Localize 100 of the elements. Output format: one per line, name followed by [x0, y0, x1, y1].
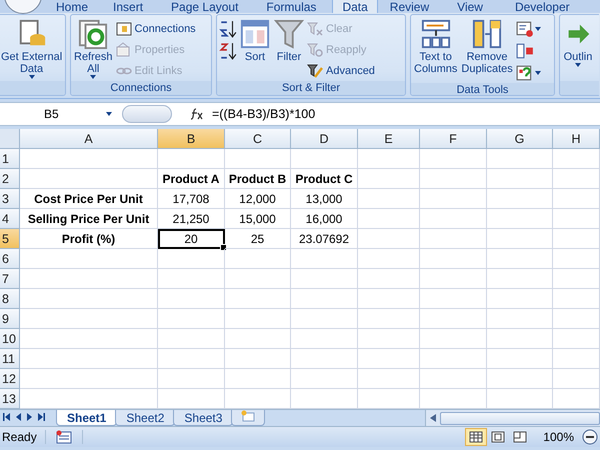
- row-header[interactable]: 1: [0, 149, 20, 169]
- row-header[interactable]: 8: [0, 289, 20, 309]
- empty-cell: [487, 289, 553, 309]
- sheet-tab[interactable]: Sheet1: [56, 410, 118, 426]
- table-cell: 21,250: [158, 209, 225, 229]
- row-header[interactable]: 11: [0, 349, 20, 369]
- previous-icon: [16, 413, 21, 421]
- column-header[interactable]: D: [291, 129, 358, 149]
- empty-cell: [158, 349, 225, 369]
- empty-cell: [553, 249, 600, 269]
- empty-cell: [158, 369, 225, 389]
- ribbon-button[interactable]: Text to Columns: [413, 17, 458, 75]
- row-header[interactable]: 6: [0, 249, 20, 269]
- empty-cell: [225, 369, 291, 389]
- empty-cell: [358, 349, 420, 369]
- column-header[interactable]: G: [487, 129, 553, 149]
- table-cell: 25: [225, 229, 291, 249]
- ribbon-tab[interactable]: Review: [380, 0, 440, 13]
- ribbon-tab[interactable]: Page Layout: [161, 0, 248, 13]
- empty-cell: [358, 149, 420, 169]
- ribbon-tab[interactable]: Insert: [103, 0, 154, 13]
- formula-bar-handle[interactable]: [122, 105, 172, 123]
- empty-cell: [291, 369, 358, 389]
- row-header[interactable]: 9: [0, 309, 20, 329]
- advanced-filter-icon: [307, 62, 323, 78]
- ribbon-button[interactable]: Outlin: [562, 17, 594, 67]
- ribbon-button[interactable]: Get External Data: [0, 17, 64, 79]
- empty-cell: [358, 269, 420, 289]
- scroll-left-icon[interactable]: [430, 414, 436, 422]
- column-header[interactable]: E: [358, 129, 420, 149]
- row-header[interactable]: 5: [0, 229, 20, 249]
- empty-cell: [291, 249, 358, 269]
- ribbon-button[interactable]: Remove Duplicates: [460, 17, 514, 75]
- empty-cell: [553, 149, 600, 169]
- ribbon-tab[interactable]: Home: [46, 0, 98, 13]
- empty-cell: [358, 229, 420, 249]
- page-break-icon: [513, 431, 528, 443]
- row-header[interactable]: 3: [0, 189, 20, 209]
- empty-cell: [291, 349, 358, 369]
- table-cell: 16,000: [291, 209, 358, 229]
- sort-descending-icon: [219, 42, 237, 60]
- empty-cell: [358, 169, 420, 189]
- ribbon-icon-button[interactable]: [516, 63, 541, 83]
- ribbon-button[interactable]: Refresh All: [73, 17, 114, 79]
- column-header[interactable]: C: [225, 129, 291, 149]
- empty-cell: [487, 229, 553, 249]
- ribbon-button[interactable]: Sort: [239, 17, 271, 63]
- ribbon-icon-button[interactable]: [219, 19, 237, 39]
- empty-cell: [553, 309, 600, 329]
- row-header[interactable]: 7: [0, 269, 20, 289]
- ribbon-button[interactable]: Advanced: [307, 61, 375, 80]
- filter-icon: [274, 19, 304, 49]
- empty-cell: [420, 229, 487, 249]
- row-header[interactable]: 2: [0, 169, 20, 189]
- column-header[interactable]: B: [158, 129, 225, 149]
- column-header[interactable]: A: [20, 129, 158, 149]
- zoom-out-icon[interactable]: [582, 429, 598, 445]
- ribbon-button[interactable]: Filter: [273, 17, 305, 63]
- sheet-tab[interactable]: Sheet3: [173, 410, 234, 426]
- empty-cell: [420, 149, 487, 169]
- ribbon-tab[interactable]: View: [447, 0, 493, 13]
- zoom-level[interactable]: 100%: [543, 430, 574, 444]
- ribbon-tab[interactable]: Data: [332, 0, 378, 13]
- column-header[interactable]: H: [553, 129, 600, 149]
- name-box[interactable]: B5: [0, 104, 118, 124]
- formula-text[interactable]: =((B4-B3)/B3)*100: [212, 107, 316, 121]
- function-icon[interactable]: [190, 108, 204, 120]
- table-cell: 23.07692: [291, 229, 358, 249]
- row-header[interactable]: 10: [0, 329, 20, 349]
- row-header[interactable]: 12: [0, 369, 20, 389]
- ribbon-icon-button[interactable]: [219, 41, 237, 61]
- what-if-analysis-icon: [516, 64, 534, 82]
- empty-cell: [358, 329, 420, 349]
- new-sheet-icon: [240, 410, 256, 422]
- table-cell: Product B: [225, 169, 291, 189]
- empty-cell: [358, 189, 420, 209]
- column-header[interactable]: F: [420, 129, 487, 149]
- view-button[interactable]: [465, 428, 488, 446]
- empty-cell: [358, 369, 420, 389]
- empty-cell: [487, 169, 553, 189]
- macro-record-icon[interactable]: [56, 430, 72, 444]
- horizontal-scrollbar[interactable]: [425, 410, 600, 426]
- empty-cell: [487, 309, 553, 329]
- empty-cell: [358, 249, 420, 269]
- scroll-thumb[interactable]: [440, 412, 600, 424]
- caret-icon: [534, 71, 541, 75]
- row-header[interactable]: 13: [0, 389, 20, 409]
- ribbon-button[interactable]: Connections: [116, 19, 196, 38]
- empty-cell: [420, 169, 487, 189]
- row-header[interactable]: 4: [0, 209, 20, 229]
- empty-cell: [225, 349, 291, 369]
- remove-duplicates-icon: [472, 19, 502, 49]
- ribbon-tab[interactable]: Developer: [504, 0, 580, 13]
- empty-cell: [158, 309, 225, 329]
- group-title: Data Tools: [411, 83, 554, 95]
- ribbon-icon-button[interactable]: [516, 19, 541, 39]
- sheet-tab[interactable]: Sheet2: [115, 410, 176, 426]
- fill-handle[interactable]: [220, 244, 227, 251]
- ribbon-tab[interactable]: Formulas: [256, 0, 326, 13]
- clear-filter-icon: [307, 20, 323, 36]
